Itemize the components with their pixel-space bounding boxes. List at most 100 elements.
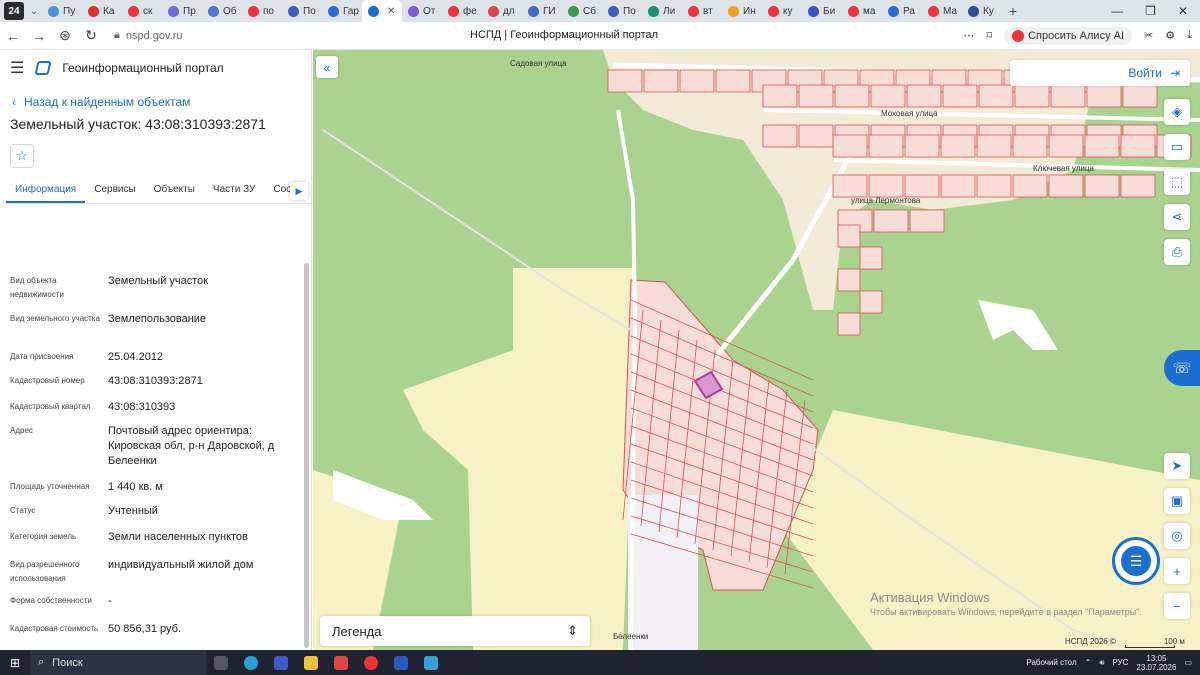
layers-icon[interactable]: ◈ [1164, 99, 1190, 125]
browser-tab[interactable]: ск [122, 0, 162, 22]
more-menu-icon[interactable]: ⋯ [963, 29, 974, 42]
ask-alice-button[interactable]: Спросить Алису AI [1004, 26, 1133, 45]
browser-tab[interactable]: ГИ [522, 0, 562, 22]
browser-tab[interactable]: Пу [42, 0, 82, 22]
map-view[interactable]: Садовая улица Моховая улица Ключевая ули… [313, 50, 1200, 650]
shield-icon[interactable]: ⊛ [52, 27, 78, 44]
browser-tab[interactable]: вт [682, 0, 722, 22]
property-value[interactable]: 43:08:310393:2871 [108, 374, 293, 389]
tab-0[interactable]: Информация [6, 184, 86, 203]
explorer-icon[interactable] [296, 650, 326, 675]
property-value[interactable]: индивидуальный жилой дом [108, 558, 293, 573]
share-icon[interactable]: ⋖ [1164, 204, 1190, 230]
forward-arrow-icon[interactable]: → [26, 28, 52, 44]
chat-button[interactable]: ☰ [1112, 537, 1160, 585]
collapse-panel-button[interactable]: « [316, 56, 338, 78]
geolocation-icon[interactable]: ◎ [1164, 523, 1190, 549]
back-arrow-icon[interactable]: ← [0, 28, 26, 44]
start-button-windows-icon[interactable]: ⊞ [0, 656, 30, 670]
hamburger-menu-icon[interactable]: ☰ [10, 58, 24, 78]
tabs-scroll-right-icon[interactable]: ▶ [290, 182, 308, 200]
browser-tab[interactable]: По [282, 0, 322, 22]
extensions-icon[interactable]: ⚙ [1165, 29, 1175, 42]
property-value[interactable]: Почтовый адрес ориентира: Кировская обл,… [108, 424, 293, 469]
tab-favicon-icon [648, 5, 659, 17]
locate-icon[interactable]: ➤ [1164, 453, 1190, 479]
close-window-icon[interactable]: ✕ [1178, 4, 1188, 18]
zoom-in-button[interactable]: + [1164, 558, 1190, 584]
browser-tab[interactable]: Гар [322, 0, 362, 22]
browser-tab[interactable]: От [402, 0, 442, 22]
property-value[interactable]: - [108, 594, 293, 609]
volume-icon[interactable]: 🔊︎ [1099, 658, 1104, 668]
tab-2[interactable]: Объекты [145, 184, 204, 203]
tab-label: Ку [983, 5, 994, 17]
edge-icon[interactable] [236, 650, 266, 675]
language-indicator[interactable]: РУС [1112, 658, 1128, 667]
task-view-icon[interactable] [206, 650, 236, 675]
clock[interactable]: 13:05 23.07.2026 [1136, 654, 1176, 672]
tab-list-chevron-icon[interactable]: ⌄ [26, 6, 42, 17]
yandex-browser-icon[interactable] [356, 650, 386, 675]
browser-tab[interactable]: Ли [642, 0, 682, 22]
store-icon[interactable] [266, 650, 296, 675]
tab-count-badge[interactable]: 24 [4, 2, 24, 20]
minimize-icon[interactable]: — [1111, 4, 1123, 18]
word-icon[interactable] [386, 650, 416, 675]
property-label: Кадастровый квартал [10, 402, 91, 411]
back-to-results-link[interactable]: ‹ Назад к найденным объектам [0, 86, 311, 109]
downloads-icon[interactable]: ⤓ [1187, 29, 1192, 42]
browser-tab[interactable]: ма [842, 0, 882, 22]
tab-3[interactable]: Части ЗУ [204, 184, 264, 203]
property-value[interactable]: 43:08:310393 [108, 400, 293, 415]
tab-1[interactable]: Сервисы [85, 184, 144, 203]
restore-icon[interactable]: ❐ [1145, 4, 1156, 18]
property-value[interactable]: Земли населенных пунктов [108, 530, 293, 545]
minimap-icon[interactable]: ▣ [1164, 488, 1190, 514]
browser-tab[interactable]: ✕ [362, 0, 402, 22]
browser-tab[interactable]: дл [482, 0, 522, 22]
browser-tab[interactable]: Ин [722, 0, 762, 22]
browser-tab[interactable]: Ка [82, 0, 122, 22]
property-value[interactable]: 50 856,31 руб. [108, 622, 293, 637]
login-button[interactable]: Войти ⇥ [1010, 60, 1190, 86]
notifications-icon[interactable]: ▭ [1184, 658, 1192, 667]
reload-icon[interactable]: ↻ [78, 27, 104, 44]
close-tab-icon[interactable]: ✕ [387, 6, 395, 17]
browser-tab[interactable]: Ку [962, 0, 1002, 22]
property-value[interactable]: Землепользование [108, 312, 293, 327]
property-value[interactable]: Учтенный [108, 504, 293, 519]
page-title: НСПД | Геоинформационный портал [470, 29, 659, 41]
search-label: Поиск [52, 656, 83, 669]
legend-dropdown[interactable]: Легенда ⇕ [320, 616, 590, 646]
calendar-app-icon[interactable] [326, 650, 356, 675]
property-value[interactable]: 25.04.2012 [108, 350, 293, 365]
browser-tab[interactable]: Ра [882, 0, 922, 22]
zoom-out-button[interactable]: − [1164, 593, 1190, 619]
favorite-star-button[interactable]: ☆ [10, 144, 34, 168]
desktop-label[interactable]: Рабочий стол [1026, 658, 1076, 667]
browser-tab[interactable]: Пр [162, 0, 202, 22]
browser-tab[interactable]: по [242, 0, 282, 22]
url-field[interactable]: 🔒︎ nspd.gov.ru [114, 29, 183, 42]
browser-tab[interactable]: Об [202, 0, 242, 22]
support-chat-icon[interactable]: ☏ [1164, 350, 1200, 386]
new-tab-plus-icon[interactable]: + [1002, 3, 1024, 19]
panel-scrollbar[interactable] [304, 263, 309, 648]
property-value[interactable]: 1 440 кв. м [108, 480, 293, 495]
browser-tab[interactable]: Би [802, 0, 842, 22]
tools-icon[interactable]: ✂ [1144, 29, 1153, 42]
browser-tab[interactable]: фе [442, 0, 482, 22]
browser-tab[interactable]: Ма [922, 0, 962, 22]
browser-tab[interactable]: ку [762, 0, 802, 22]
select-area-icon[interactable]: ⬚ [1164, 169, 1190, 195]
print-icon[interactable]: ⎙ [1164, 239, 1190, 265]
taskbar-search[interactable]: ⌕ Поиск [30, 650, 206, 675]
browser-tab[interactable]: Сб [562, 0, 602, 22]
ruler-icon[interactable]: ▭ [1164, 134, 1190, 160]
bookmark-icon[interactable]: ⌑ [986, 29, 992, 42]
property-value[interactable]: Земельный участок [108, 274, 293, 289]
tray-chevron-icon[interactable]: ⌃ [1085, 658, 1092, 667]
browser-tab[interactable]: По [602, 0, 642, 22]
app-icon[interactable] [416, 650, 446, 675]
